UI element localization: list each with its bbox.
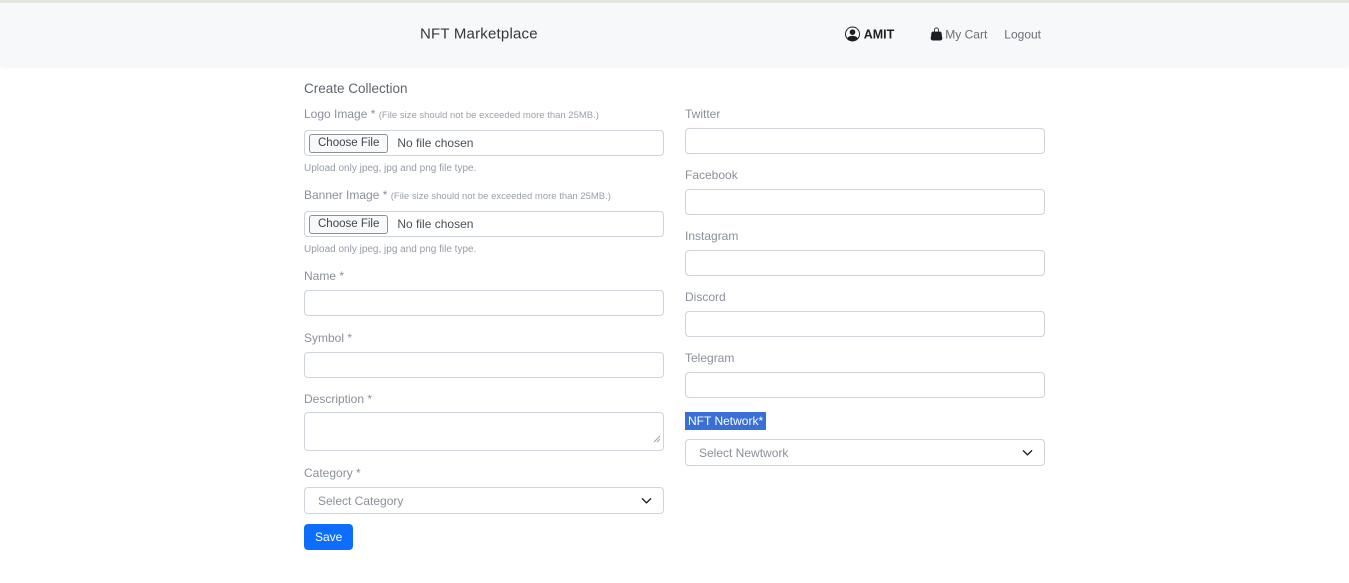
bag-icon (930, 28, 945, 41)
discord-field[interactable] (685, 311, 1045, 337)
facebook-label: Facebook (685, 168, 1045, 182)
chevron-down-icon (641, 495, 652, 506)
category-group: Category * Select Category (304, 466, 664, 514)
name-field[interactable] (304, 290, 664, 316)
logout-link[interactable]: Logout (1004, 27, 1041, 41)
nft-network-label: NFT Network* (685, 412, 766, 430)
name-label: Name * (304, 269, 664, 283)
twitter-label: Twitter (685, 107, 1045, 121)
banner-image-group: Banner Image * (File size should not be … (304, 188, 664, 255)
page-title: Create Collection (304, 81, 1045, 96)
banner-file-input[interactable]: Choose File No file chosen (304, 211, 664, 237)
symbol-label: Symbol * (304, 331, 664, 345)
network-selected-value: Select Newtwork (699, 446, 788, 460)
instagram-group: Instagram (685, 229, 1045, 276)
description-label: Description * (304, 392, 664, 406)
right-column: Twitter Facebook Instagram Discord Teleg… (685, 107, 1045, 550)
category-label: Category * (304, 466, 664, 480)
top-navbar: NFT Marketplace AMIT My Cart Logout (0, 0, 1349, 65)
description-group: Description * (304, 392, 664, 451)
create-collection-form: Create Collection Logo Image * (File siz… (304, 65, 1045, 550)
instagram-field[interactable] (685, 250, 1045, 276)
instagram-label: Instagram (685, 229, 1045, 243)
network-select[interactable]: Select Newtwork (685, 439, 1045, 466)
facebook-field[interactable] (685, 189, 1045, 215)
symbol-group: Symbol * (304, 331, 664, 378)
save-button[interactable]: Save (304, 524, 353, 550)
logo-size-note: (File size should not be exceeded more t… (379, 110, 599, 121)
user-name-label: AMIT (864, 27, 895, 41)
telegram-field[interactable] (685, 372, 1045, 398)
header-nav: AMIT My Cart Logout (845, 27, 1041, 42)
logo-help-text: Upload only jpeg, jpg and png file type. (304, 163, 664, 174)
telegram-label: Telegram (685, 351, 1045, 365)
logo-choose-file-button[interactable]: Choose File (309, 134, 388, 153)
banner-choose-file-button[interactable]: Choose File (309, 215, 388, 234)
logo-image-group: Logo Image * (File size should not be ex… (304, 107, 664, 174)
twitter-group: Twitter (685, 107, 1045, 154)
facebook-group: Facebook (685, 168, 1045, 215)
telegram-group: Telegram (685, 351, 1045, 398)
chevron-down-icon (1022, 447, 1033, 458)
network-group: NFT Network* Select Newtwork (685, 412, 1045, 466)
twitter-field[interactable] (685, 128, 1045, 154)
user-menu[interactable]: AMIT (845, 27, 895, 42)
category-selected-value: Select Category (318, 494, 403, 508)
left-column: Logo Image * (File size should not be ex… (304, 107, 664, 550)
logo-image-label: Logo Image * (File size should not be ex… (304, 107, 664, 123)
banner-image-label: Banner Image * (File size should not be … (304, 188, 664, 204)
discord-label: Discord (685, 290, 1045, 304)
logo-file-status: No file chosen (397, 136, 473, 150)
my-cart-label: My Cart (945, 27, 987, 41)
my-cart-link[interactable]: My Cart (930, 27, 987, 41)
banner-file-status: No file chosen (397, 217, 473, 231)
logo-file-input[interactable]: Choose File No file chosen (304, 130, 664, 156)
banner-size-note: (File size should not be exceeded more t… (391, 191, 611, 202)
app-title: NFT Marketplace (420, 26, 538, 43)
name-group: Name * (304, 269, 664, 316)
banner-help-text: Upload only jpeg, jpg and png file type. (304, 244, 664, 255)
category-select[interactable]: Select Category (304, 487, 664, 514)
discord-group: Discord (685, 290, 1045, 337)
person-circle-icon (845, 27, 864, 42)
symbol-field[interactable] (304, 352, 664, 378)
description-field[interactable] (304, 412, 664, 451)
